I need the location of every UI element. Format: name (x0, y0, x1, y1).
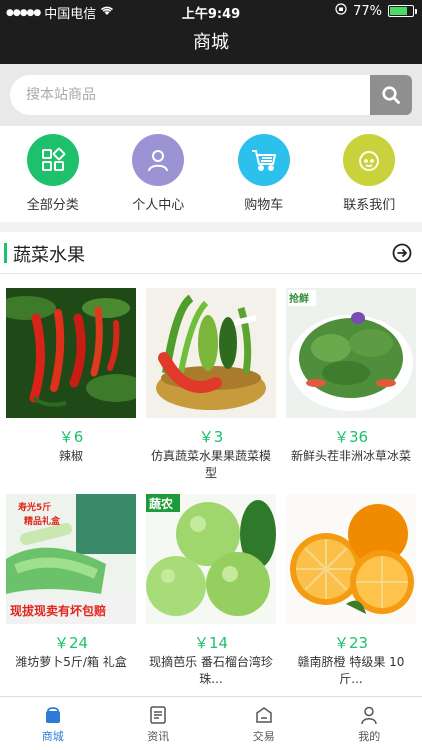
battery-percent: 77% (353, 3, 382, 19)
search-icon (382, 86, 400, 104)
section-header: 蔬菜水果 (0, 232, 422, 274)
shop-icon (45, 707, 60, 723)
product-card[interactable]: ￥23 赣南脐橙 特级果 10斤... (286, 494, 416, 688)
battery-icon (388, 5, 417, 17)
chili-pepper-photo (6, 288, 136, 418)
more-arrow-icon[interactable] (392, 243, 412, 267)
product-section: 蔬菜水果 ￥6 辣椒 ￥3 仿真蔬菜水果果蔬菜模型 抢鲜 ￥36 新鲜头茬非洲冰… (0, 232, 422, 696)
tab-label: 资讯 (147, 730, 170, 743)
battery-level (390, 7, 407, 15)
quick-label: 联系我们 (343, 198, 396, 213)
user-icon (361, 706, 377, 725)
product-price: ￥36 (333, 428, 369, 446)
search-area (0, 64, 422, 126)
nav-bar: 商城 (0, 22, 422, 64)
product-price: ￥24 (53, 634, 89, 652)
product-price: ￥6 (58, 428, 84, 446)
search-input[interactable] (10, 75, 350, 115)
quick-label: 个人中心 (132, 198, 185, 213)
cart-icon (237, 134, 290, 186)
quick-personal-center[interactable]: 个人中心 (106, 126, 212, 222)
product-name: 新鲜头茬非洲冰草冰菜 (290, 449, 411, 463)
product-badge-gift: 精品礼盒 (24, 517, 61, 527)
product-name: 仿真蔬菜水果果蔬菜模型 (150, 449, 271, 480)
quick-label: 全部分类 (26, 198, 79, 213)
grid-icon (26, 134, 79, 186)
ice-plant-photo: 抢鲜 (286, 288, 416, 418)
product-name: 潍坊萝卜5斤/箱 礼盒 (15, 655, 127, 669)
quick-entries: 全部分类 个人中心 购物车 联系我们 (0, 126, 422, 222)
person-icon (132, 134, 185, 186)
product-name: 赣南脐橙 特级果 10斤... (297, 655, 405, 686)
product-name: 辣椒 (58, 449, 83, 463)
quick-cart[interactable]: 购物车 (211, 126, 317, 222)
tab-label: 商城 (41, 730, 64, 743)
status-bar: ●●●●● 中国电信 上午9:49 77% (0, 0, 422, 22)
product-card[interactable]: 寿光5斤 精品礼盒 现拔现卖有坏包赔 ￥24 潍坊萝卜5斤/箱 礼盒 (6, 494, 136, 671)
face-icon (343, 134, 396, 186)
product-badge: 蔬农 (149, 497, 174, 511)
tab-mine[interactable]: 我的 (317, 697, 422, 750)
product-card[interactable]: 蔬农 ￥14 现摘芭乐 番石榴台湾珍珠... (146, 494, 276, 688)
trade-icon (256, 707, 272, 723)
product-card[interactable]: 抢鲜 ￥36 新鲜头茬非洲冰草冰菜 (286, 288, 416, 465)
tab-label: 交易 (252, 730, 275, 743)
tab-bar: 商城 资讯 交易 我的 (0, 696, 422, 750)
search-box (10, 75, 412, 115)
orientation-lock-icon (335, 3, 347, 19)
product-badge-bottom: 现拔现卖有坏包赔 (10, 604, 107, 618)
tab-label: 我的 (358, 730, 381, 743)
news-icon (150, 706, 166, 724)
product-price: ￥23 (333, 634, 369, 652)
vegetable-basket-photo (146, 288, 276, 418)
quick-label: 购物车 (244, 198, 284, 213)
search-button[interactable] (370, 75, 412, 115)
product-price: ￥3 (198, 428, 224, 446)
page-title: 商城 (193, 32, 229, 53)
tab-trade[interactable]: 交易 (211, 697, 317, 750)
quick-contact-us[interactable]: 联系我们 (317, 126, 422, 222)
product-badge: 抢鲜 (289, 294, 309, 305)
product-card[interactable]: ￥6 辣椒 (6, 288, 136, 465)
orange-photo (286, 494, 416, 624)
tab-news[interactable]: 资讯 (106, 697, 212, 750)
quick-all-categories[interactable]: 全部分类 (0, 126, 106, 222)
radish-photo: 寿光5斤 精品礼盒 现拔现卖有坏包赔 (6, 494, 136, 624)
section-title: 蔬菜水果 (13, 245, 85, 266)
product-price: ￥14 (193, 634, 229, 652)
product-name: 现摘芭乐 番石榴台湾珍珠... (149, 655, 273, 686)
product-card[interactable]: ￥3 仿真蔬菜水果果蔬菜模型 (146, 288, 276, 482)
guava-photo: 蔬农 (146, 494, 276, 624)
product-badge-top: 寿光5斤 (18, 503, 52, 513)
tab-shop[interactable]: 商城 (0, 697, 106, 750)
section-accent-bar (4, 243, 7, 263)
